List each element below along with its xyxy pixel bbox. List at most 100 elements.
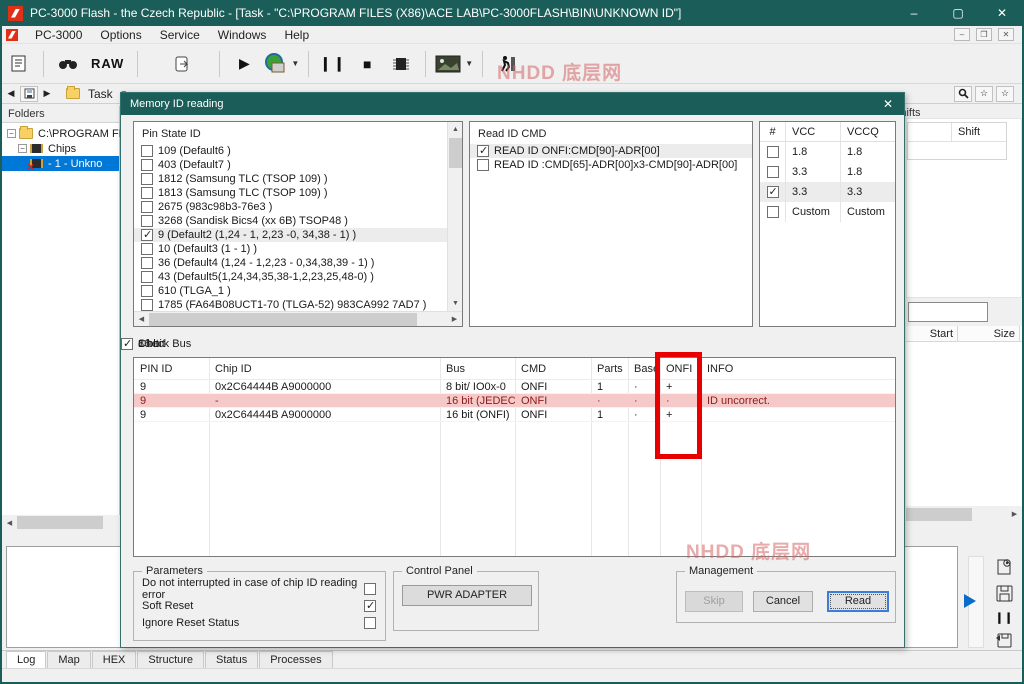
horizontal-scrollbar[interactable]: ▶ [906, 506, 1022, 522]
scrollbar-thumb[interactable] [906, 508, 972, 521]
save-log-button[interactable] [992, 582, 1016, 604]
start-button[interactable]: ▶ [229, 49, 259, 79]
voltage-row[interactable]: Custom Custom [760, 202, 895, 222]
checkbox[interactable] [141, 229, 153, 241]
menu-item[interactable]: Windows [209, 28, 276, 42]
pin-state-item[interactable]: 43 (Default5(1,24,34,35,38-1,2,23,25,48-… [134, 270, 447, 284]
search-icon[interactable] [954, 86, 972, 102]
checkbox[interactable] [767, 206, 779, 218]
task-breadcrumb[interactable]: Task [88, 87, 113, 101]
minimize-button[interactable]: – [892, 0, 936, 26]
checkbox[interactable] [141, 285, 153, 297]
scrollbar-thumb[interactable] [17, 516, 103, 529]
export-button[interactable] [167, 49, 197, 79]
checkbox[interactable] [141, 173, 153, 185]
menu-item[interactable]: Options [91, 28, 150, 42]
horizontal-scrollbar[interactable]: ◀ ▶ [134, 311, 462, 326]
scroll-right-icon[interactable]: ▶ [447, 312, 462, 327]
pin-state-item[interactable]: 1813 (Samsung TLC (TSOP 109) ) [134, 186, 447, 200]
scrollbar-thumb[interactable] [449, 138, 462, 168]
scroll-down-icon[interactable]: ▼ [448, 296, 463, 311]
raw-button[interactable]: RAW [87, 49, 128, 79]
tree-item-unknown-chip[interactable]: - 1 - Unkno [2, 156, 119, 171]
vertical-scrollbar[interactable]: ▲ ▼ [447, 122, 462, 311]
pin-state-item[interactable]: 10 (Default3 (1 - 1) ) [134, 242, 447, 256]
mode-button[interactable]: ▼ [263, 49, 299, 79]
menu-item[interactable]: PC-3000 [26, 28, 91, 42]
tree-item-chips[interactable]: − Chips [2, 141, 119, 156]
shift-input[interactable] [908, 302, 988, 322]
table-row[interactable]: 9 0x2C64444B A9000000 8 bit/ IO0x-0 ONFI… [134, 380, 895, 394]
bus-check[interactable]: Check Bus [121, 338, 191, 350]
task-log-button[interactable] [4, 49, 34, 79]
pwr-adapter-button[interactable]: PWR ADAPTER [402, 585, 532, 606]
scroll-left-icon[interactable]: ◀ [134, 312, 149, 327]
bottom-tab[interactable]: Map [47, 651, 90, 668]
checkbox[interactable] [767, 166, 779, 178]
scroll-right-icon[interactable]: ▶ [1007, 507, 1022, 522]
checkbox[interactable] [767, 146, 779, 158]
table-row[interactable]: 9 0x2C64444B A9000000 16 bit (ONFI) ONFI… [134, 408, 895, 422]
horizontal-scrollbar[interactable]: ◀ [2, 515, 120, 530]
pause-log-button[interactable]: ❙❙ [992, 606, 1016, 628]
voltage-row[interactable]: 3.3 1.8 [760, 162, 895, 182]
chip-button[interactable] [386, 49, 416, 79]
report-settings-button[interactable] [992, 556, 1016, 578]
pin-state-item[interactable]: 403 (Default7 ) [134, 158, 447, 172]
pin-state-item[interactable]: 36 (Default4 (1,24 - 1,2,23 - 0,34,38,39… [134, 256, 447, 270]
pin-state-item[interactable]: 1812 (Samsung TLC (TSOP 109) ) [134, 172, 447, 186]
checkbox[interactable] [364, 617, 376, 629]
scroll-left-icon[interactable]: ◀ [2, 515, 17, 530]
checkbox[interactable] [141, 271, 153, 283]
search-button[interactable] [53, 49, 83, 79]
collapse-icon[interactable]: − [18, 144, 27, 153]
scrollbar-thumb[interactable] [149, 313, 417, 326]
checkbox[interactable] [477, 145, 489, 157]
dialog-title-bar[interactable]: Memory ID reading ✕ [121, 93, 904, 115]
checkbox[interactable] [141, 159, 153, 171]
start-column-header[interactable]: Start [906, 326, 958, 341]
checkbox[interactable] [141, 257, 153, 269]
checkbox[interactable] [767, 186, 779, 198]
pin-state-item[interactable]: 109 (Default6 ) [134, 144, 447, 158]
favorite-icon[interactable]: ☆ [975, 86, 993, 102]
checkbox[interactable] [141, 145, 153, 157]
pin-state-item[interactable]: 9 (Default2 (1,24 - 1, 2,23 -0, 34,38 - … [134, 228, 447, 242]
voltage-row[interactable]: 3.3 3.3 [760, 182, 895, 202]
mdi-restore-button[interactable]: ❐ [976, 28, 992, 41]
save-icon[interactable] [20, 86, 38, 102]
stop-button[interactable]: ■ [352, 49, 382, 79]
checkbox[interactable] [364, 600, 376, 612]
size-column-header[interactable]: Size [958, 326, 1020, 341]
checkbox[interactable] [364, 583, 376, 595]
bottom-tab[interactable]: Structure [137, 651, 204, 668]
pin-state-item[interactable]: 2675 (983c98b3-76e3 ) [134, 200, 447, 214]
pause-button[interactable]: ❙❙ [318, 49, 348, 79]
bottom-tab[interactable]: Processes [259, 651, 332, 668]
checkbox[interactable] [141, 201, 153, 213]
menu-item[interactable]: Service [151, 28, 209, 42]
read-button[interactable]: Read [827, 591, 889, 612]
cancel-button[interactable]: Cancel [753, 591, 813, 612]
mdi-close-button[interactable]: ✕ [998, 28, 1014, 41]
slider-handle-icon[interactable] [964, 594, 976, 608]
checkbox[interactable] [141, 215, 153, 227]
checkbox[interactable] [141, 299, 153, 311]
export-log-button[interactable] [992, 628, 1016, 650]
forward-button[interactable]: ▶ [38, 86, 56, 102]
maximize-button[interactable]: ▢ [936, 0, 980, 26]
close-button[interactable]: ✕ [980, 0, 1024, 26]
scroll-up-icon[interactable]: ▲ [448, 122, 463, 137]
checkbox[interactable] [141, 187, 153, 199]
bottom-tab[interactable]: HEX [92, 651, 137, 668]
pin-state-item[interactable]: 1785 (FA64B08UCT1-70 (TLGA-52) 983CA992 … [134, 298, 447, 312]
map-view-button[interactable]: ▼ [435, 49, 473, 79]
mdi-document-icon[interactable] [6, 29, 18, 41]
bottom-tab[interactable]: Status [205, 651, 258, 668]
checkbox[interactable] [121, 338, 133, 350]
mdi-minimize-button[interactable]: – [954, 28, 970, 41]
pin-state-item[interactable]: 610 (TLGA_1 ) [134, 284, 447, 298]
dialog-close-icon[interactable]: ✕ [878, 97, 904, 111]
exit-button[interactable] [492, 49, 522, 79]
menu-item[interactable]: Help [275, 28, 318, 42]
